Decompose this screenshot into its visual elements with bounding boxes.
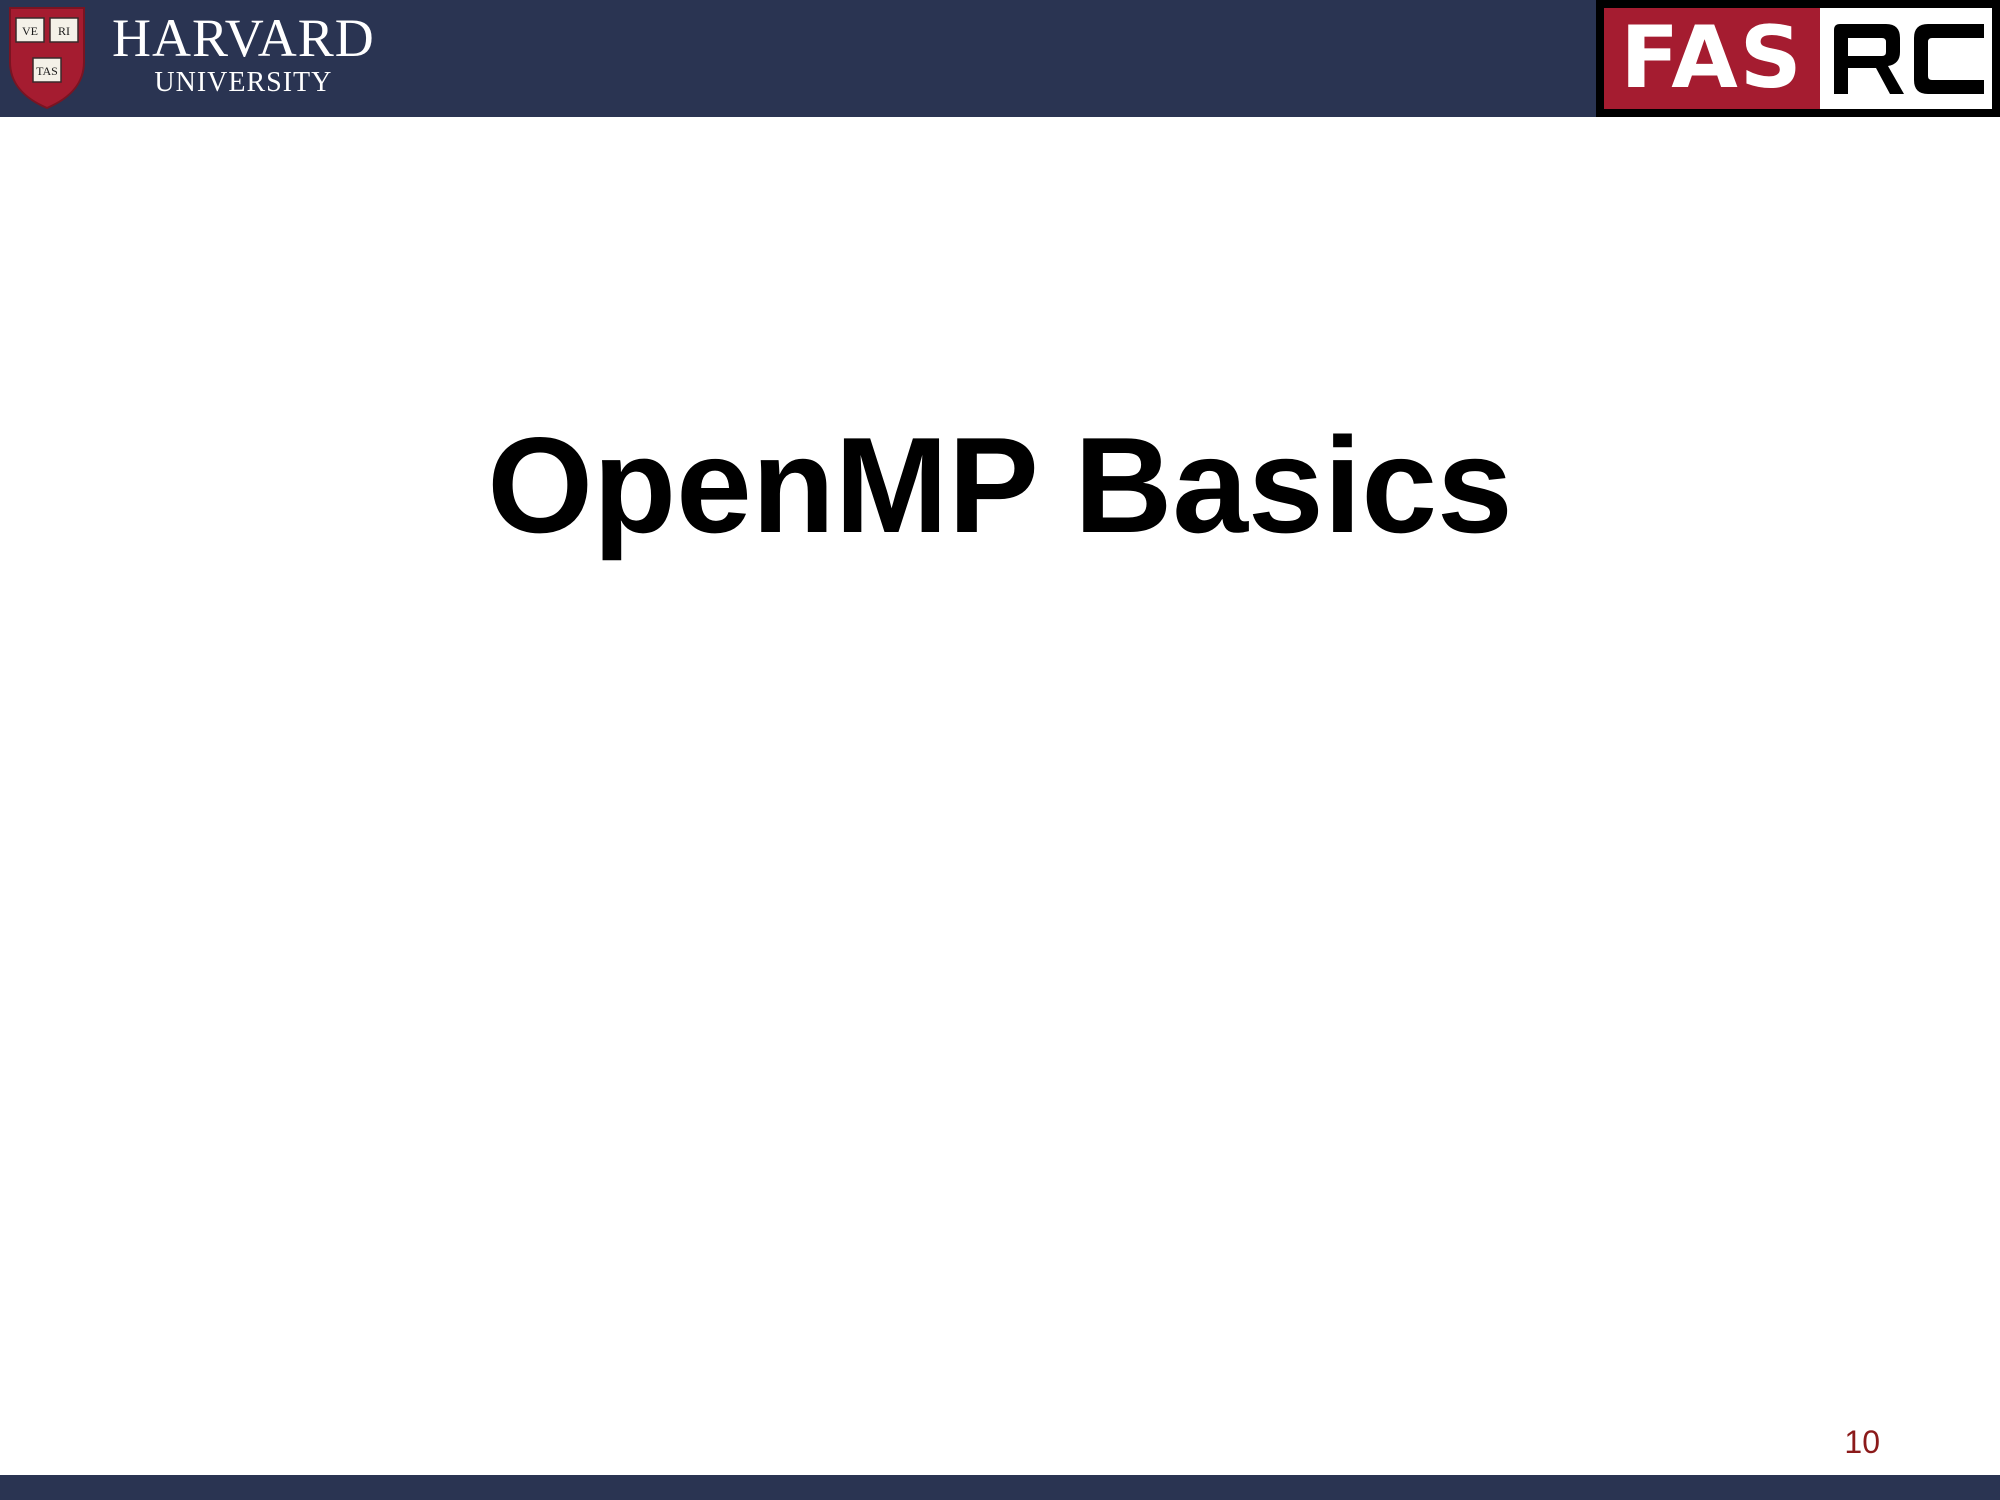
fasrc-fas-text: FAS (1604, 8, 1820, 109)
fasrc-logo: FAS RC (1596, 0, 2000, 117)
harvard-subtitle: UNIVERSITY (154, 67, 333, 98)
fasrc-rc-icon (1834, 24, 1984, 94)
slide-number: 10 (1844, 1424, 1880, 1460)
footer-band (0, 1475, 2000, 1500)
harvard-logo: VE RI TAS HARVARD UNIVERSITY (6, 4, 375, 110)
shield-text-tas: TAS (36, 64, 58, 78)
shield-text-ve: VE (22, 24, 38, 38)
harvard-name: HARVARD (112, 8, 375, 68)
fasrc-rc-panel: RC (1820, 8, 1992, 109)
harvard-shield-icon: VE RI TAS (9, 7, 85, 110)
slide-title: OpenMP Basics (487, 409, 1513, 561)
slide: VE RI TAS HARVARD UNIVERSITY FAS RC (0, 0, 2000, 1500)
harvard-wordmark: HARVARD UNIVERSITY (112, 10, 375, 98)
header-band: VE RI TAS HARVARD UNIVERSITY FAS RC (0, 0, 2000, 117)
shield-text-ri: RI (58, 24, 70, 38)
